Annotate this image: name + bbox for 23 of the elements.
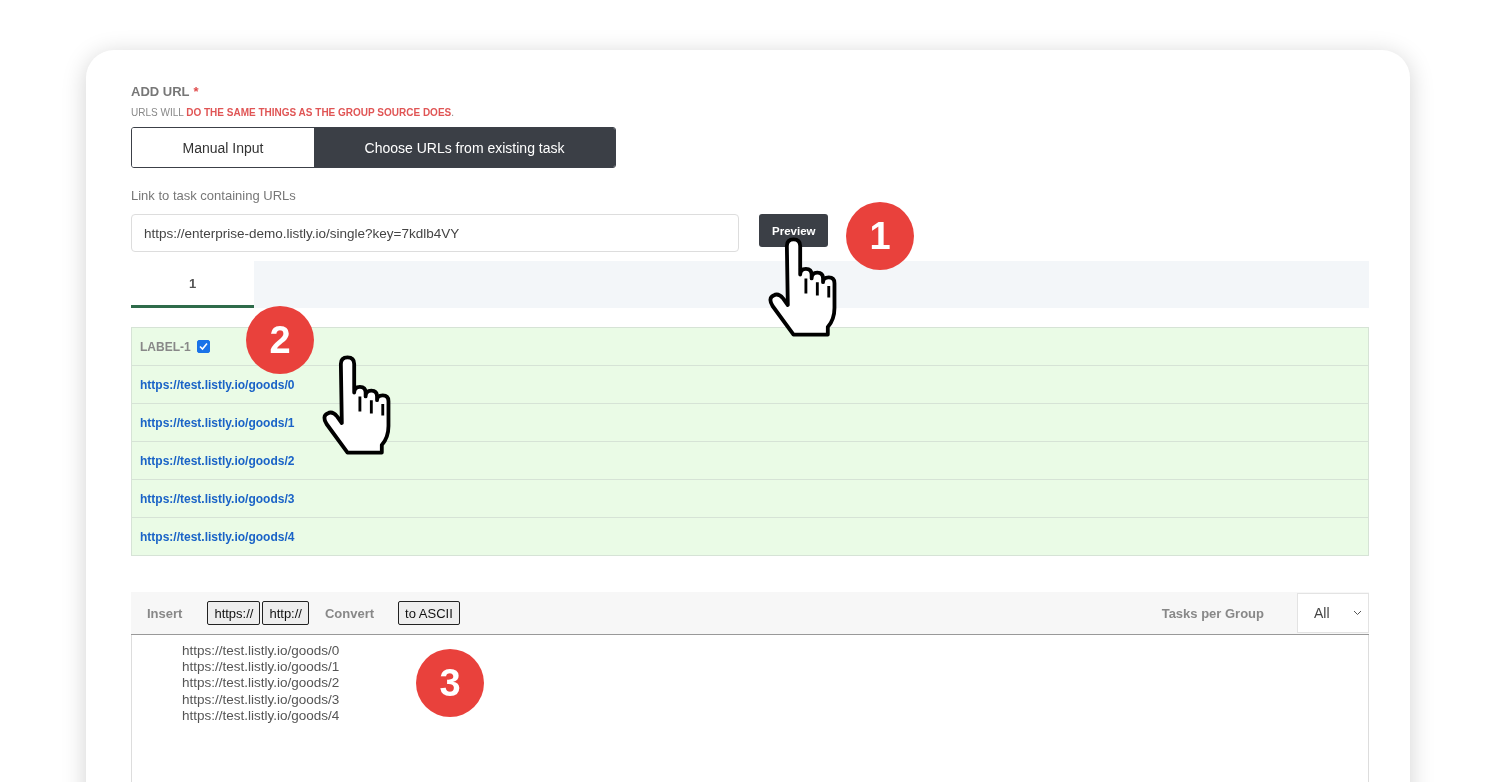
convert-button[interactable]: to ASCII [398, 601, 460, 625]
group-select[interactable]: All [1297, 593, 1369, 633]
url-link[interactable]: https://test.listly.io/goods/4 [140, 529, 295, 544]
url-link[interactable]: https://test.listly.io/goods/2 [140, 453, 295, 468]
preview-button[interactable]: Preview [759, 214, 829, 247]
insert-button[interactable]: https:// [207, 601, 261, 625]
mode-tab[interactable]: Choose URLs from existing task [314, 128, 615, 167]
field-label: Link to task containing URLs [131, 188, 297, 203]
link-field[interactable]: https://enterprise-demo.listly.io/single?key=7kdlb4VY [131, 214, 739, 252]
result-tab[interactable]: 1 [131, 261, 254, 308]
chevron-down-icon [1353, 610, 1362, 616]
url-link[interactable]: https://test.listly.io/goods/0 [140, 377, 295, 392]
convert-label: Convert [324, 605, 375, 621]
group-label: Tasks per Group [1161, 605, 1264, 621]
section-note: URLS WILL DO THE SAME THINGS AS THE GROUP SOURCE DOES. [131, 107, 455, 118]
section-title: ADD URL [131, 84, 190, 99]
insert-button[interactable]: http:// [262, 601, 309, 625]
url-link[interactable]: https://test.listly.io/goods/3 [140, 491, 295, 506]
required-mark: * [193, 84, 199, 99]
insert-label: Insert [147, 605, 183, 621]
label-checkbox[interactable] [196, 340, 210, 353]
label-text: LABEL-1 [140, 339, 191, 354]
url-link[interactable]: https://test.listly.io/goods/1 [140, 415, 295, 430]
